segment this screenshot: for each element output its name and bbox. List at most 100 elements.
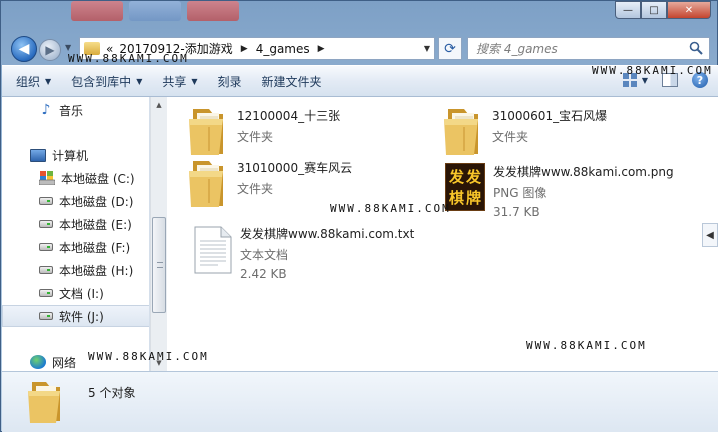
organize-menu[interactable]: 组织 ▼ [16,73,51,90]
breadcrumb-separator-icon[interactable]: ▶ [318,44,325,54]
maximize-button[interactable]: □ [641,1,667,19]
file-size: 2.42 KB [240,267,287,281]
title-bar: — □ ✕ [1,1,717,33]
chevron-down-icon: ▼ [191,76,198,86]
toolbar-label: 组织 [16,74,41,89]
nav-label: 本地磁盘 (C:) [61,171,135,186]
nav-scrollbar[interactable]: ▲ ▼ [150,97,167,371]
background-taskbar-tabs [71,1,239,23]
forward-button[interactable]: ▶ [39,39,61,61]
address-dropdown-button[interactable]: ▼ [424,44,430,53]
watermark-text: WWW.88KAMI.COM [88,350,209,363]
file-list: 12100004_十三张 文件夹 31000601_宝石风爆 文件夹 31010… [167,97,718,371]
thumbnail-char: 牌 [465,188,481,207]
folder-icon [444,109,478,155]
window-controls: — □ ✕ [615,1,711,19]
include-in-library-menu[interactable]: 包含到库中 ▼ [71,73,142,90]
grip-icon [157,262,163,268]
minimize-button[interactable]: — [615,1,641,19]
watermark-text: WWW.88KAMI.COM [526,339,647,352]
search-icon[interactable] [689,41,703,55]
file-item-image[interactable]: 发 发 棋 牌 发发棋牌www.88kami.com.png PNG 图像 31… [445,163,674,219]
thumbnail-char: 发 [448,167,464,186]
refresh-icon: ⟳ [444,40,456,57]
scrollbar-thumb[interactable] [152,217,166,313]
file-item-folder[interactable]: 31010000_赛车风云 文件夹 [187,157,352,209]
new-folder-button[interactable]: 新建文件夹 [262,73,322,90]
file-type: 文件夹 [492,130,529,144]
file-details: 12100004_十三张 文件夹 [237,105,340,157]
background-tab [187,1,239,21]
file-name: 发发棋牌www.88kami.com.png [493,165,674,179]
file-size: 31.7 KB [493,205,540,219]
breadcrumb-item[interactable]: 4_games [256,42,310,56]
arrow-right-icon: ▶ [45,43,55,57]
chevron-down-icon: ▼ [65,43,72,52]
folder-icon [189,161,223,207]
file-details: 31000601_宝石风爆 文件夹 [492,105,607,157]
item-count: 5 个对象 [88,385,136,400]
hard-drive-icon [39,197,53,205]
hard-drive-icon [39,289,53,297]
chevron-down-icon: ▼ [45,76,52,86]
file-type: PNG 图像 [493,186,547,200]
nav-label: 软件 (J:) [59,309,104,324]
system-drive-icon [39,171,55,185]
back-button[interactable]: ◀ [11,36,37,62]
breadcrumb-separator-icon[interactable]: ▶ [241,44,248,54]
file-details: 发发棋牌www.88kami.com.png PNG 图像 31.7 KB [493,163,674,219]
image-thumbnail: 发 发 棋 牌 [445,163,485,211]
text-file-icon [194,226,232,274]
nav-item-drive-c[interactable]: 本地磁盘 (C:) [2,167,149,189]
nav-item-drive-d[interactable]: 本地磁盘 (D:) [2,190,149,212]
nav-item-drive-f[interactable]: 本地磁盘 (F:) [2,236,149,258]
file-name: 31010000_赛车风云 [237,161,353,175]
nav-label: 文档 (I:) [59,286,104,301]
hard-drive-icon [39,220,53,228]
refresh-button[interactable]: ⟳ [438,37,462,60]
file-item-folder[interactable]: 12100004_十三张 文件夹 [187,105,340,157]
close-button[interactable]: ✕ [667,1,711,19]
folder-icon [28,382,60,423]
toolbar-label: 刻录 [217,74,242,89]
file-item-text[interactable]: 发发棋牌www.88kami.com.txt 文本文档 2.42 KB [193,225,414,281]
file-name: 发发棋牌www.88kami.com.txt [240,227,415,241]
chevron-down-icon: ▼ [136,76,143,86]
nav-item-drive-i[interactable]: 文档 (I:) [2,282,149,304]
nav-item-music[interactable]: ♪ 音乐 [2,99,149,121]
file-type: 文件夹 [237,130,274,144]
watermark-text: WWW.88KAMI.COM [330,202,451,215]
toolbar-label: 共享 [162,74,187,89]
file-name: 12100004_十三张 [237,109,341,123]
recent-pages-button[interactable]: ▼ [65,43,71,52]
file-name: 31000601_宝石风爆 [492,109,608,123]
nav-label: 本地磁盘 (F:) [59,240,131,255]
nav-item-drive-j[interactable]: 软件 (J:) [2,305,149,327]
nav-item-computer[interactable]: 计算机 [2,144,149,166]
nav-label: 网络 [52,355,77,370]
thumbnail-char: 发 [465,167,481,186]
watermark-text: WWW.88KAMI.COM [592,64,713,77]
hard-drive-icon [39,266,53,274]
watermark-text: WWW.88KAMI.COM [68,52,189,65]
preview-expand-button[interactable]: ◀ [702,223,718,247]
file-details: 发发棋牌www.88kami.com.txt 文本文档 2.42 KB [240,225,414,281]
scroll-up-arrow-icon[interactable]: ▲ [151,97,167,113]
music-note-icon: ♪ [41,102,51,118]
file-item-folder[interactable]: 31000601_宝石风爆 文件夹 [442,105,607,157]
file-type: 文件夹 [237,182,274,196]
search-input[interactable] [476,41,686,56]
search-box [467,37,710,60]
computer-icon [30,148,46,162]
nav-item-drive-h[interactable]: 本地磁盘 (H:) [2,259,149,281]
details-pane: 5 个对象 [2,371,718,432]
nav-label: 本地磁盘 (D:) [59,194,134,209]
nav-item-drive-e[interactable]: 本地磁盘 (E:) [2,213,149,235]
burn-button[interactable]: 刻录 [218,73,242,90]
chevron-left-icon: ◀ [706,229,714,241]
toolbar-label: 新建文件夹 [261,74,322,89]
navigation-pane: ♪ 音乐 计算机 本地磁盘 (C:) 本地磁盘 (D:) 本地磁盘 (E:) 本… [2,97,150,371]
share-menu[interactable]: 共享 ▼ [162,73,197,90]
nav-label: 计算机 [52,148,89,163]
background-tab [71,1,123,21]
